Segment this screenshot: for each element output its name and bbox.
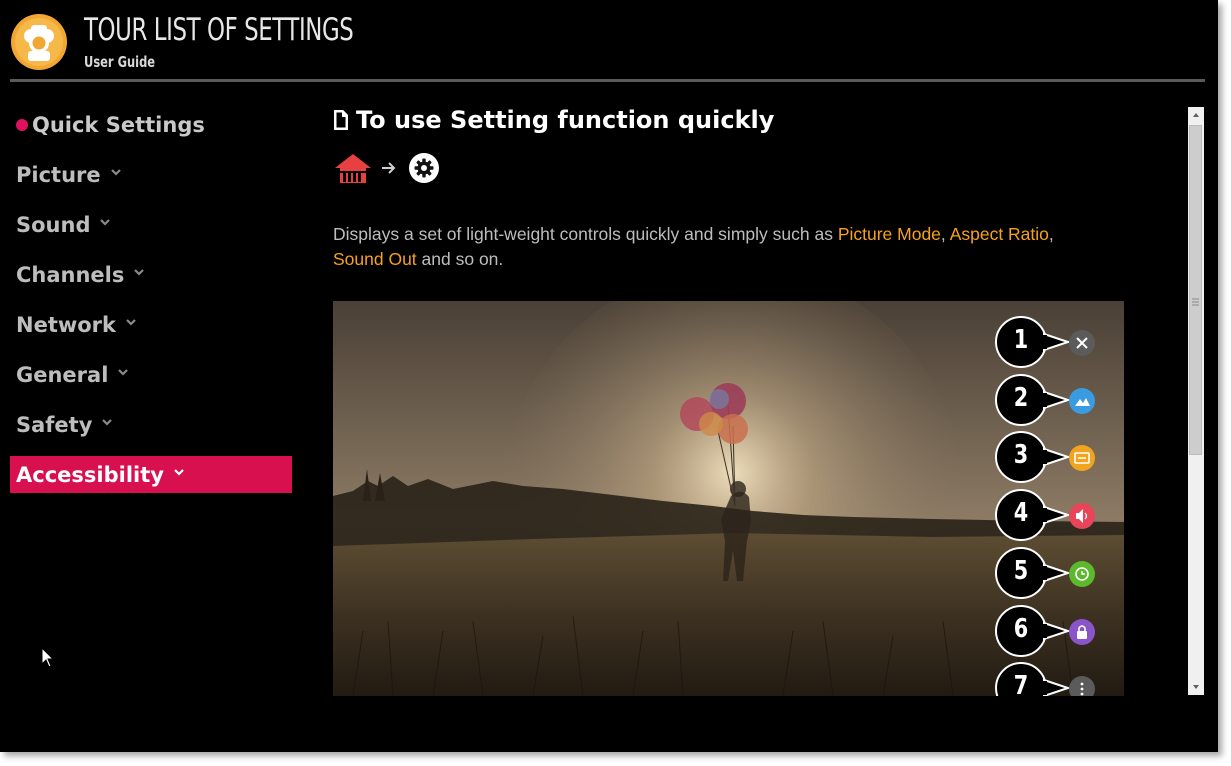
scrollbar-thumb[interactable]	[1189, 125, 1202, 455]
callout-number: 7	[1013, 671, 1029, 696]
sidebar-item-general[interactable]: General	[10, 356, 292, 394]
description-part: and so on.	[416, 249, 504, 269]
sidebar-item-network[interactable]: Network	[10, 306, 292, 344]
picture-mode-link[interactable]: Picture Mode	[838, 224, 941, 244]
sidebar-item-label: Quick Settings	[32, 113, 205, 137]
description-separator: ,	[1048, 224, 1054, 244]
section-heading: To use Setting function quickly	[332, 106, 774, 134]
aspect-ratio-link[interactable]: Aspect Ratio	[950, 224, 1049, 244]
guide-window: TOUR LIST OF SETTINGS User Guide Quick S…	[0, 0, 1218, 752]
callout-number: 4	[1013, 498, 1029, 528]
scroll-up-arrow-icon[interactable]	[1188, 107, 1204, 123]
description-part: Displays a set of light-weight controls …	[333, 224, 838, 244]
sidebar-item-label: Sound	[16, 213, 91, 237]
description-text: Displays a set of light-weight controls …	[333, 222, 1183, 272]
callout-number: 6	[1013, 614, 1029, 644]
header-divider	[10, 79, 1205, 82]
chevron-down-icon	[102, 419, 113, 426]
breadcrumb	[334, 152, 440, 184]
chevron-down-icon	[110, 169, 121, 176]
sidebar-item-safety[interactable]: Safety	[10, 406, 292, 444]
sidebar-item-quick-settings[interactable]: Quick Settings	[10, 106, 292, 144]
callout-number: 3	[1013, 440, 1029, 470]
chevron-down-icon	[126, 319, 136, 326]
chevron-down-icon	[100, 219, 111, 226]
sidebar-item-channels[interactable]: Channels	[10, 256, 292, 294]
mouse-cursor-icon	[41, 647, 55, 668]
vertical-scrollbar[interactable]	[1188, 107, 1204, 695]
page-title: TOUR LIST OF SETTINGS	[84, 12, 354, 48]
document-icon	[334, 110, 348, 130]
chevron-down-icon	[118, 369, 129, 376]
sidebar-item-label: Picture	[16, 163, 101, 187]
quick-settings-illustration: /* placeholder */	[333, 301, 1124, 696]
callout-number: 2	[1013, 383, 1029, 413]
grip-icon	[1192, 298, 1199, 306]
sidebar-item-picture[interactable]: Picture	[10, 156, 292, 194]
chevron-down-icon	[174, 468, 184, 476]
settings-gear-icon	[409, 153, 439, 183]
home-icon	[335, 154, 371, 183]
page-subtitle: User Guide	[84, 53, 156, 71]
scroll-down-arrow-icon[interactable]	[1188, 679, 1204, 695]
chevron-down-icon	[134, 269, 145, 276]
description-separator: ,	[940, 224, 950, 244]
sidebar-item-label: Accessibility	[16, 462, 164, 487]
sidebar-item-accessibility[interactable]: Accessibility	[10, 456, 292, 493]
user-guide-logo-icon	[11, 14, 67, 70]
sidebar-item-label: General	[16, 363, 109, 387]
arrow-right-icon	[382, 162, 396, 174]
current-dot-icon	[16, 119, 28, 131]
sound-out-link[interactable]: Sound Out	[333, 249, 417, 269]
sidebar-item-label: Channels	[16, 263, 125, 287]
sidebar-item-sound[interactable]: Sound	[10, 206, 292, 244]
section-heading-text: To use Setting function quickly	[356, 106, 775, 134]
callout-number: 1	[1013, 325, 1029, 355]
sidebar-item-label: Network	[16, 313, 117, 337]
callout-number: 5	[1013, 556, 1029, 586]
sidebar-item-label: Safety	[16, 413, 93, 437]
